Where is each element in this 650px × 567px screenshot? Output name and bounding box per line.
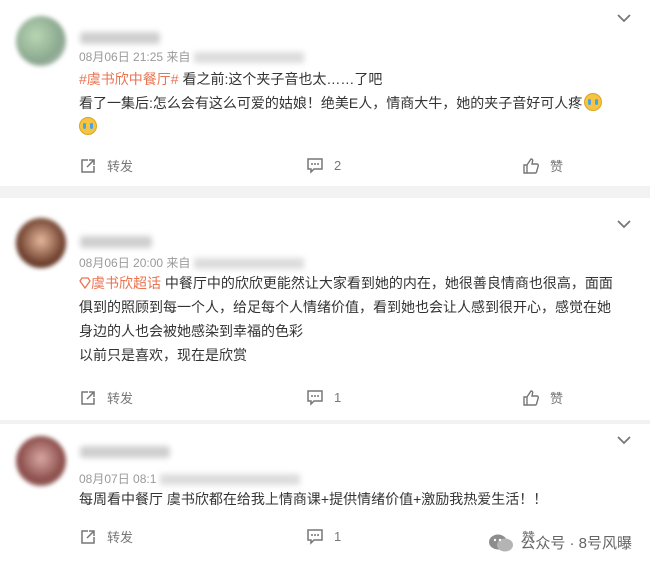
source-blurred — [194, 258, 305, 270]
like-button[interactable]: 赞 — [522, 156, 563, 175]
crying-emoji-icon — [79, 117, 97, 135]
repost-button[interactable]: 转发 — [79, 156, 133, 175]
source-blurred — [194, 52, 305, 64]
comment-button[interactable]: 2 — [306, 156, 341, 174]
comment-card-2: 08月06日 20:00 来自 虞书欣超话 中餐厅中的欣欣更能然让大家看到她的内… — [0, 198, 650, 420]
username-blurred[interactable] — [80, 446, 170, 458]
post-body: #虞书欣中餐厅# 看之前:这个夹子音也太……了吧 看了一集后:怎么会有这么可爱的… — [79, 67, 634, 139]
username-blurred[interactable] — [80, 236, 152, 248]
repost-icon — [81, 529, 95, 544]
comment-icon — [307, 529, 323, 545]
username-blurred[interactable] — [80, 32, 160, 44]
crying-emoji-icon — [584, 93, 603, 111]
divider — [0, 186, 650, 194]
wechat-icon — [489, 534, 514, 551]
like-button[interactable]: 赞 — [522, 388, 563, 407]
diamond-icon — [79, 277, 91, 290]
chevron-down-icon[interactable] — [616, 434, 632, 446]
comment-button[interactable]: 1 — [306, 527, 341, 545]
post-meta: 08月06日 20:00 来自 — [79, 254, 305, 271]
comment-icon — [307, 158, 323, 174]
thumbs-up-icon — [523, 157, 539, 174]
repost-button[interactable]: 转发 — [79, 388, 133, 407]
repost-button[interactable]: 转发 — [79, 527, 133, 546]
action-bar: 转发 2 赞 — [0, 156, 650, 180]
supertopic-link[interactable]: 虞书欣超话 — [91, 275, 161, 291]
avatar[interactable] — [16, 436, 66, 486]
post-body: 每周看中餐厅 虞书欣都在给我上情商课+提供情绪价值+激励我热爱生活！！ — [79, 491, 548, 507]
avatar[interactable] — [16, 218, 66, 268]
action-bar: 转发 1 赞 — [0, 388, 650, 412]
post-meta: 08月06日 21:25 来自 — [79, 48, 305, 65]
post-meta: 08月07日 08:1 — [79, 470, 301, 487]
repost-icon — [81, 390, 95, 405]
comment-icon — [307, 390, 323, 406]
thumbs-up-icon — [523, 389, 539, 406]
comment-card-1: 08月06日 21:25 来自 #虞书欣中餐厅# 看之前:这个夹子音也太……了吧… — [0, 0, 650, 186]
comment-button[interactable]: 1 — [306, 388, 341, 406]
repost-icon — [81, 158, 95, 173]
hashtag-link[interactable]: #虞书欣中餐厅# — [79, 71, 179, 87]
chevron-down-icon[interactable] — [616, 12, 632, 24]
watermark: 公众号 · 8号风曝 — [488, 532, 632, 553]
avatar[interactable] — [16, 16, 66, 66]
post-body: 虞书欣超话 中餐厅中的欣欣更能然让大家看到她的内在，她很善良情商也很高，面面 俱… — [79, 275, 613, 363]
chevron-down-icon[interactable] — [616, 218, 632, 230]
comment-card-3: 08月07日 08:1 每周看中餐厅 虞书欣都在给我上情商课+提供情绪价值+激励… — [0, 424, 650, 567]
source-blurred — [160, 474, 301, 486]
